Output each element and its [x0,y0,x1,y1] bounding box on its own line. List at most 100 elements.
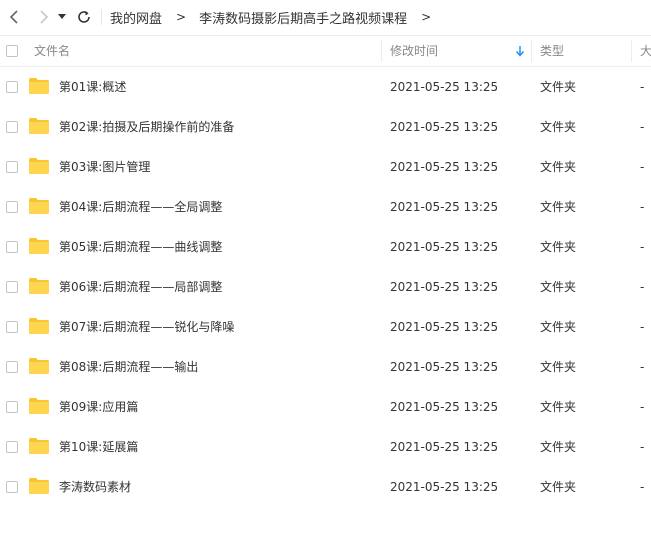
file-name[interactable]: 第07课:后期流程——锐化与降噪 [59,307,234,347]
file-size: - [640,400,645,414]
forward-button[interactable] [33,6,55,28]
row-checkbox[interactable] [6,201,18,213]
table-row[interactable]: 第10课:延展篇 2021-05-25 13:25 文件夹 - [0,427,651,467]
row-checkbox[interactable] [6,281,18,293]
table-row[interactable]: 第09课:应用篇 2021-05-25 13:25 文件夹 - [0,387,651,427]
breadcrumb-root[interactable]: 我的网盘 [110,8,162,27]
column-resize-handle[interactable] [381,40,382,62]
file-type: 文件夹 [540,280,577,294]
arrow-down-icon[interactable] [515,45,525,57]
select-all-checkbox[interactable] [6,45,18,57]
row-checkbox[interactable] [6,121,18,133]
file-name[interactable]: 第05课:后期流程——曲线调整 [59,227,222,267]
file-modified-time: 2021-05-25 13:25 [390,320,499,334]
file-size: - [640,240,645,254]
file-modified-time: 2021-05-25 13:25 [390,280,499,294]
file-size: - [640,480,645,494]
file-size: - [640,320,645,334]
file-size: - [640,200,645,214]
row-checkbox[interactable] [6,321,18,333]
folder-icon [29,438,49,454]
folder-icon [29,398,49,414]
navigation-toolbar: 我的网盘 > 李涛数码摄影后期高手之路视频课程 > [0,0,651,34]
column-resize-handle[interactable] [631,40,632,62]
file-type: 文件夹 [540,480,577,494]
file-modified-time: 2021-05-25 13:25 [390,240,499,254]
table-row[interactable]: 第04课:后期流程——全局调整 2021-05-25 13:25 文件夹 - [0,187,651,227]
file-modified-time: 2021-05-25 13:25 [390,440,499,454]
refresh-icon [78,11,90,23]
table-row[interactable]: 第03课:图片管理 2021-05-25 13:25 文件夹 - [0,147,651,187]
file-modified-time: 2021-05-25 13:25 [390,80,499,94]
file-size: - [640,160,645,174]
file-type: 文件夹 [540,360,577,374]
file-modified-time: 2021-05-25 13:25 [390,160,499,174]
file-name[interactable]: 第09课:应用篇 [59,387,138,427]
refresh-button[interactable] [73,6,95,28]
breadcrumb-expand-icon[interactable]: > [421,10,431,24]
file-name[interactable]: 第01课:概述 [59,67,126,107]
back-button[interactable] [3,6,25,28]
table-row[interactable]: 第07课:后期流程——锐化与降噪 2021-05-25 13:25 文件夹 - [0,307,651,347]
file-modified-time: 2021-05-25 13:25 [390,360,499,374]
row-checkbox[interactable] [6,81,18,93]
row-checkbox[interactable] [6,241,18,253]
file-type: 文件夹 [540,400,577,414]
file-modified-time: 2021-05-25 13:25 [390,400,499,414]
column-resize-handle[interactable] [531,40,532,62]
file-modified-time: 2021-05-25 13:25 [390,480,499,494]
file-name[interactable]: 第02课:拍摄及后期操作前的准备 [59,107,234,147]
file-type: 文件夹 [540,160,577,174]
row-checkbox[interactable] [6,441,18,453]
toolbar-divider [101,9,102,25]
column-header-modified[interactable]: 修改时间 [390,36,438,66]
file-size: - [640,440,645,454]
column-header-type[interactable]: 类型 [540,36,564,66]
breadcrumb-separator-icon: > [176,10,187,24]
table-row[interactable]: 第05课:后期流程——曲线调整 2021-05-25 13:25 文件夹 - [0,227,651,267]
breadcrumb-current-folder[interactable]: 李涛数码摄影后期高手之路视频课程 [199,8,407,27]
file-name[interactable]: 第10课:延展篇 [59,427,138,467]
history-dropdown-button[interactable] [55,6,69,28]
caret-down-icon [58,14,66,19]
file-list-header: 文件名 修改时间 类型 大 [0,35,651,67]
table-row[interactable]: 第01课:概述 2021-05-25 13:25 文件夹 - [0,67,651,107]
table-row[interactable]: 第06课:后期流程——局部调整 2021-05-25 13:25 文件夹 - [0,267,651,307]
folder-icon [29,478,49,494]
chevron-right-icon [40,10,49,24]
folder-icon [29,318,49,334]
file-name[interactable]: 李涛数码素材 [59,467,131,507]
row-checkbox[interactable] [6,401,18,413]
file-size: - [640,80,645,94]
column-header-size[interactable]: 大 [640,36,651,66]
folder-icon [29,118,49,134]
file-name[interactable]: 第06课:后期流程——局部调整 [59,267,222,307]
file-name[interactable]: 第03课:图片管理 [59,147,150,187]
table-row[interactable]: 第08课:后期流程——输出 2021-05-25 13:25 文件夹 - [0,347,651,387]
file-size: - [640,120,645,134]
table-row[interactable]: 第02课:拍摄及后期操作前的准备 2021-05-25 13:25 文件夹 - [0,107,651,147]
file-name[interactable]: 第08课:后期流程——输出 [59,347,198,387]
folder-icon [29,238,49,254]
file-type: 文件夹 [540,320,577,334]
folder-icon [29,278,49,294]
file-size: - [640,360,645,374]
file-type: 文件夹 [540,80,577,94]
file-name[interactable]: 第04课:后期流程——全局调整 [59,187,222,227]
chevron-left-icon [9,10,18,24]
row-checkbox[interactable] [6,361,18,373]
table-row[interactable]: 李涛数码素材 2021-05-25 13:25 文件夹 - [0,467,651,507]
folder-icon [29,198,49,214]
folder-icon [29,358,49,374]
file-type: 文件夹 [540,120,577,134]
folder-icon [29,158,49,174]
folder-icon [29,78,49,94]
column-header-name[interactable]: 文件名 [34,36,70,66]
file-type: 文件夹 [540,440,577,454]
file-type: 文件夹 [540,240,577,254]
file-modified-time: 2021-05-25 13:25 [390,200,499,214]
file-size: - [640,280,645,294]
file-modified-time: 2021-05-25 13:25 [390,120,499,134]
row-checkbox[interactable] [6,481,18,493]
row-checkbox[interactable] [6,161,18,173]
